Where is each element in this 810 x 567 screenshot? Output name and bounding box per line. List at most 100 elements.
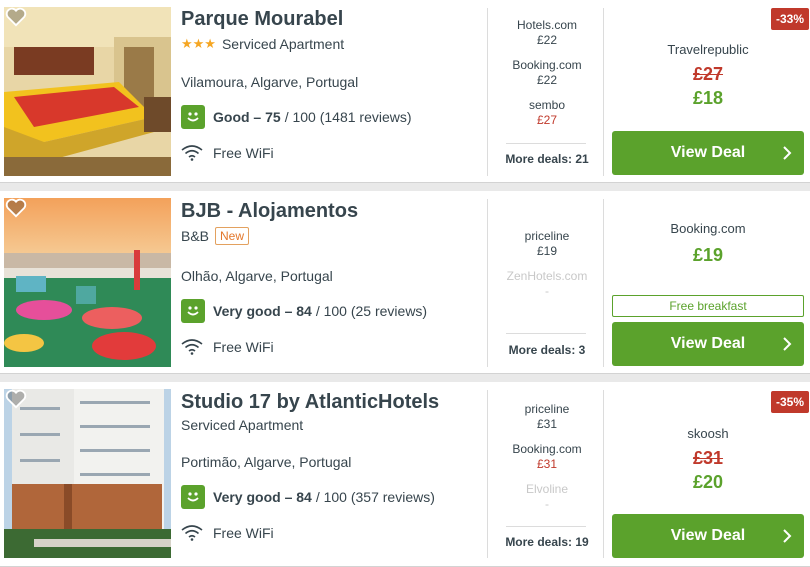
hotel-card[interactable]: Parque Mourabel ★★★ Serviced Apartment V… xyxy=(0,0,810,183)
smiley-face-icon xyxy=(181,485,205,509)
rating[interactable]: Very good – 84 / 100 (25 reviews) xyxy=(181,299,427,323)
more-deals-link[interactable]: More deals: 21 xyxy=(498,152,596,166)
view-deal-button[interactable]: View Deal xyxy=(612,514,804,558)
favorite-heart-icon[interactable] xyxy=(5,198,27,218)
free-breakfast-badge: Free breakfast xyxy=(612,295,804,317)
chevron-right-icon xyxy=(783,146,792,160)
divider xyxy=(603,8,604,176)
deal-provider: Hotels.com xyxy=(516,18,578,32)
hotel-location[interactable]: Portimão, Algarve, Portugal xyxy=(181,454,351,470)
hotel-location[interactable]: Vilamoura, Algarve, Portugal xyxy=(181,74,358,90)
deal-provider: Booking.com xyxy=(512,442,582,456)
rating-label: Very good – 84 xyxy=(213,303,312,319)
divider xyxy=(506,143,586,144)
amenity-wifi: Free WiFi xyxy=(181,339,274,355)
more-deals-link[interactable]: More deals: 3 xyxy=(498,343,596,357)
amenity-wifi: Free WiFi xyxy=(181,145,274,161)
wifi-icon xyxy=(181,145,203,161)
hotel-photo[interactable] xyxy=(4,7,171,176)
view-deal-label: View Deal xyxy=(670,144,746,161)
deal-price: - xyxy=(545,497,549,511)
amenity-wifi: Free WiFi xyxy=(181,525,274,541)
hotel-photo[interactable] xyxy=(4,198,171,367)
deal-provider: sembo xyxy=(528,98,566,112)
chevron-right-icon xyxy=(783,337,792,351)
deal-price: - xyxy=(545,284,549,298)
deal-provider: Elvoline xyxy=(525,482,569,496)
best-price[interactable]: £19 xyxy=(612,245,804,266)
rating-reviews: / 100 (357 reviews) xyxy=(315,489,435,505)
deal-price: £31 xyxy=(536,417,558,431)
rating-label: Good – 75 xyxy=(213,109,281,125)
deal-provider: priceline xyxy=(524,402,570,416)
smiley-face-icon xyxy=(181,299,205,323)
hotel-card[interactable]: Studio 17 by AtlanticHotels Serviced Apa… xyxy=(0,382,810,567)
hotel-location[interactable]: Olhão, Algarve, Portugal xyxy=(181,268,333,284)
rating[interactable]: Very good – 84 / 100 (357 reviews) xyxy=(181,485,435,509)
deal-price: £19 xyxy=(536,244,558,258)
hotel-card[interactable]: BJB - Alojamentos B&B New Olhão, Algarve… xyxy=(0,191,810,374)
wifi-label: Free WiFi xyxy=(213,145,274,161)
rating-reviews: / 100 (1481 reviews) xyxy=(284,109,412,125)
wifi-icon xyxy=(181,339,203,355)
best-price[interactable]: £18 xyxy=(612,88,804,109)
hotel-type: B&B xyxy=(181,228,210,244)
divider xyxy=(487,8,488,176)
hotel-photo[interactable] xyxy=(4,389,171,558)
deal-provider: ZenHotels.com xyxy=(506,269,588,283)
hotel-type-line: Serviced Apartment xyxy=(181,417,303,433)
rating[interactable]: Good – 75 / 100 (1481 reviews) xyxy=(181,105,412,129)
rating-label: Very good – 84 xyxy=(213,489,312,505)
chevron-right-icon xyxy=(783,529,792,543)
smiley-face-icon xyxy=(181,105,205,129)
divider xyxy=(603,390,604,558)
deal-item[interactable]: ZenHotels.com - xyxy=(498,269,596,299)
view-deal-button[interactable]: View Deal xyxy=(612,131,804,175)
favorite-heart-icon[interactable] xyxy=(5,7,27,27)
deal-provider: Booking.com xyxy=(512,58,582,72)
deal-price: £31 xyxy=(536,457,558,471)
deal-price: £27 xyxy=(536,113,558,127)
divider xyxy=(506,526,586,527)
hotel-name[interactable]: Parque Mourabel xyxy=(181,8,343,31)
wifi-label: Free WiFi xyxy=(213,339,274,355)
deal-item[interactable]: Booking.com £22 xyxy=(498,58,596,88)
divider xyxy=(487,390,488,558)
wifi-label: Free WiFi xyxy=(213,525,274,541)
deal-item[interactable]: Booking.com £31 xyxy=(498,442,596,472)
best-deal-provider[interactable]: skoosh xyxy=(612,426,804,441)
deal-price: £22 xyxy=(536,73,558,87)
favorite-heart-icon[interactable] xyxy=(5,389,27,409)
best-price[interactable]: £20 xyxy=(612,472,804,493)
deal-item[interactable]: priceline £31 xyxy=(498,402,596,432)
best-deal-provider[interactable]: Booking.com xyxy=(612,221,804,236)
new-badge: New xyxy=(215,227,250,245)
deal-item[interactable]: sembo £27 xyxy=(498,98,596,128)
hotel-type: Serviced Apartment xyxy=(221,36,345,52)
wifi-icon xyxy=(181,525,203,541)
deal-provider: priceline xyxy=(524,229,570,243)
hotel-type-line: ★★★ Serviced Apartment xyxy=(181,36,344,52)
best-deal-provider[interactable]: Travelrepublic xyxy=(612,42,804,57)
old-price: £27 xyxy=(692,64,724,84)
hotel-type: Serviced Apartment xyxy=(181,417,304,433)
deal-price: £22 xyxy=(536,33,558,47)
hotel-name[interactable]: Studio 17 by AtlanticHotels xyxy=(181,391,439,414)
divider xyxy=(603,199,604,367)
divider xyxy=(487,199,488,367)
deal-item[interactable]: Elvoline - xyxy=(498,482,596,512)
deal-item[interactable]: Hotels.com £22 xyxy=(498,18,596,48)
view-deal-label: View Deal xyxy=(670,335,746,352)
hotel-type-line: B&B New xyxy=(181,227,250,245)
deal-item[interactable]: priceline £19 xyxy=(498,229,596,259)
rating-reviews: / 100 (25 reviews) xyxy=(315,303,428,319)
old-price: £31 xyxy=(692,448,724,468)
view-deal-button[interactable]: View Deal xyxy=(612,322,804,366)
star-rating-icon: ★★★ xyxy=(181,36,216,51)
view-deal-label: View Deal xyxy=(670,527,746,544)
divider xyxy=(506,333,586,334)
discount-badge: -35% xyxy=(770,391,809,413)
more-deals-link[interactable]: More deals: 19 xyxy=(498,535,596,549)
discount-badge: -33% xyxy=(770,8,809,30)
hotel-name[interactable]: BJB - Alojamentos xyxy=(181,200,358,223)
